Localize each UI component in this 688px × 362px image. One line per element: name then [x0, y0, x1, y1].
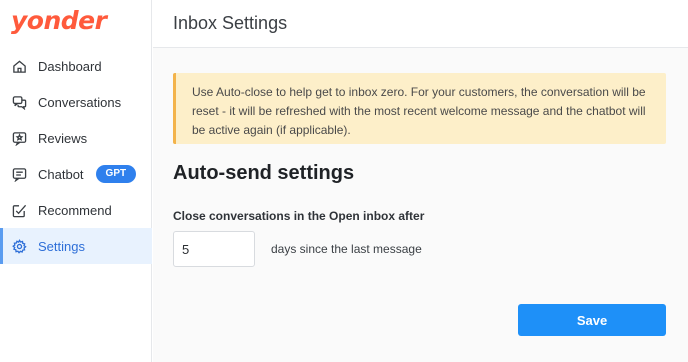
save-button[interactable]: Save — [518, 304, 666, 336]
sidebar-item-label: Reviews — [38, 130, 88, 146]
sidebar-nav: Dashboard Conversations Reviews Chatbot … — [0, 48, 152, 264]
days-input[interactable] — [173, 231, 255, 267]
gear-icon — [11, 238, 27, 254]
sidebar-item-dashboard[interactable]: Dashboard — [0, 48, 152, 84]
sidebar-item-label: Recommend — [38, 202, 112, 218]
page-title: Inbox Settings — [173, 13, 288, 33]
yonder-logo[interactable]: yonder — [11, 6, 107, 35]
sidebar-item-chatbot[interactable]: Chatbot GPT — [0, 156, 152, 192]
sidebar-item-label: Settings — [38, 238, 85, 254]
info-notice: Use Auto-close to help get to inbox zero… — [173, 73, 666, 144]
star-icon — [11, 130, 27, 146]
edit-check-icon — [11, 202, 27, 218]
sidebar-item-label: Chatbot — [38, 166, 84, 182]
page-header: Inbox Settings — [153, 0, 688, 48]
main-content: Inbox Settings Use Auto-close to help ge… — [153, 0, 688, 362]
section-title: Auto-send settings — [173, 162, 355, 184]
sidebar-item-label: Conversations — [38, 94, 122, 110]
sidebar-item-label: Dashboard — [38, 58, 102, 74]
home-icon — [11, 58, 27, 74]
days-suffix-label: days since the last message — [271, 242, 422, 256]
message-icon — [11, 166, 27, 182]
sidebar-item-reviews[interactable]: Reviews — [0, 120, 152, 156]
sidebar-item-settings[interactable]: Settings — [0, 228, 152, 264]
sidebar-item-recommend[interactable]: Recommend — [0, 192, 152, 228]
close-conversations-label: Close conversations in the Open inbox af… — [173, 209, 425, 223]
sidebar-item-conversations[interactable]: Conversations — [0, 84, 152, 120]
gpt-badge: GPT — [95, 165, 137, 183]
chat-bubbles-icon — [11, 94, 27, 110]
sidebar: yonder Dashboard Conversations Reviews C… — [0, 0, 152, 362]
